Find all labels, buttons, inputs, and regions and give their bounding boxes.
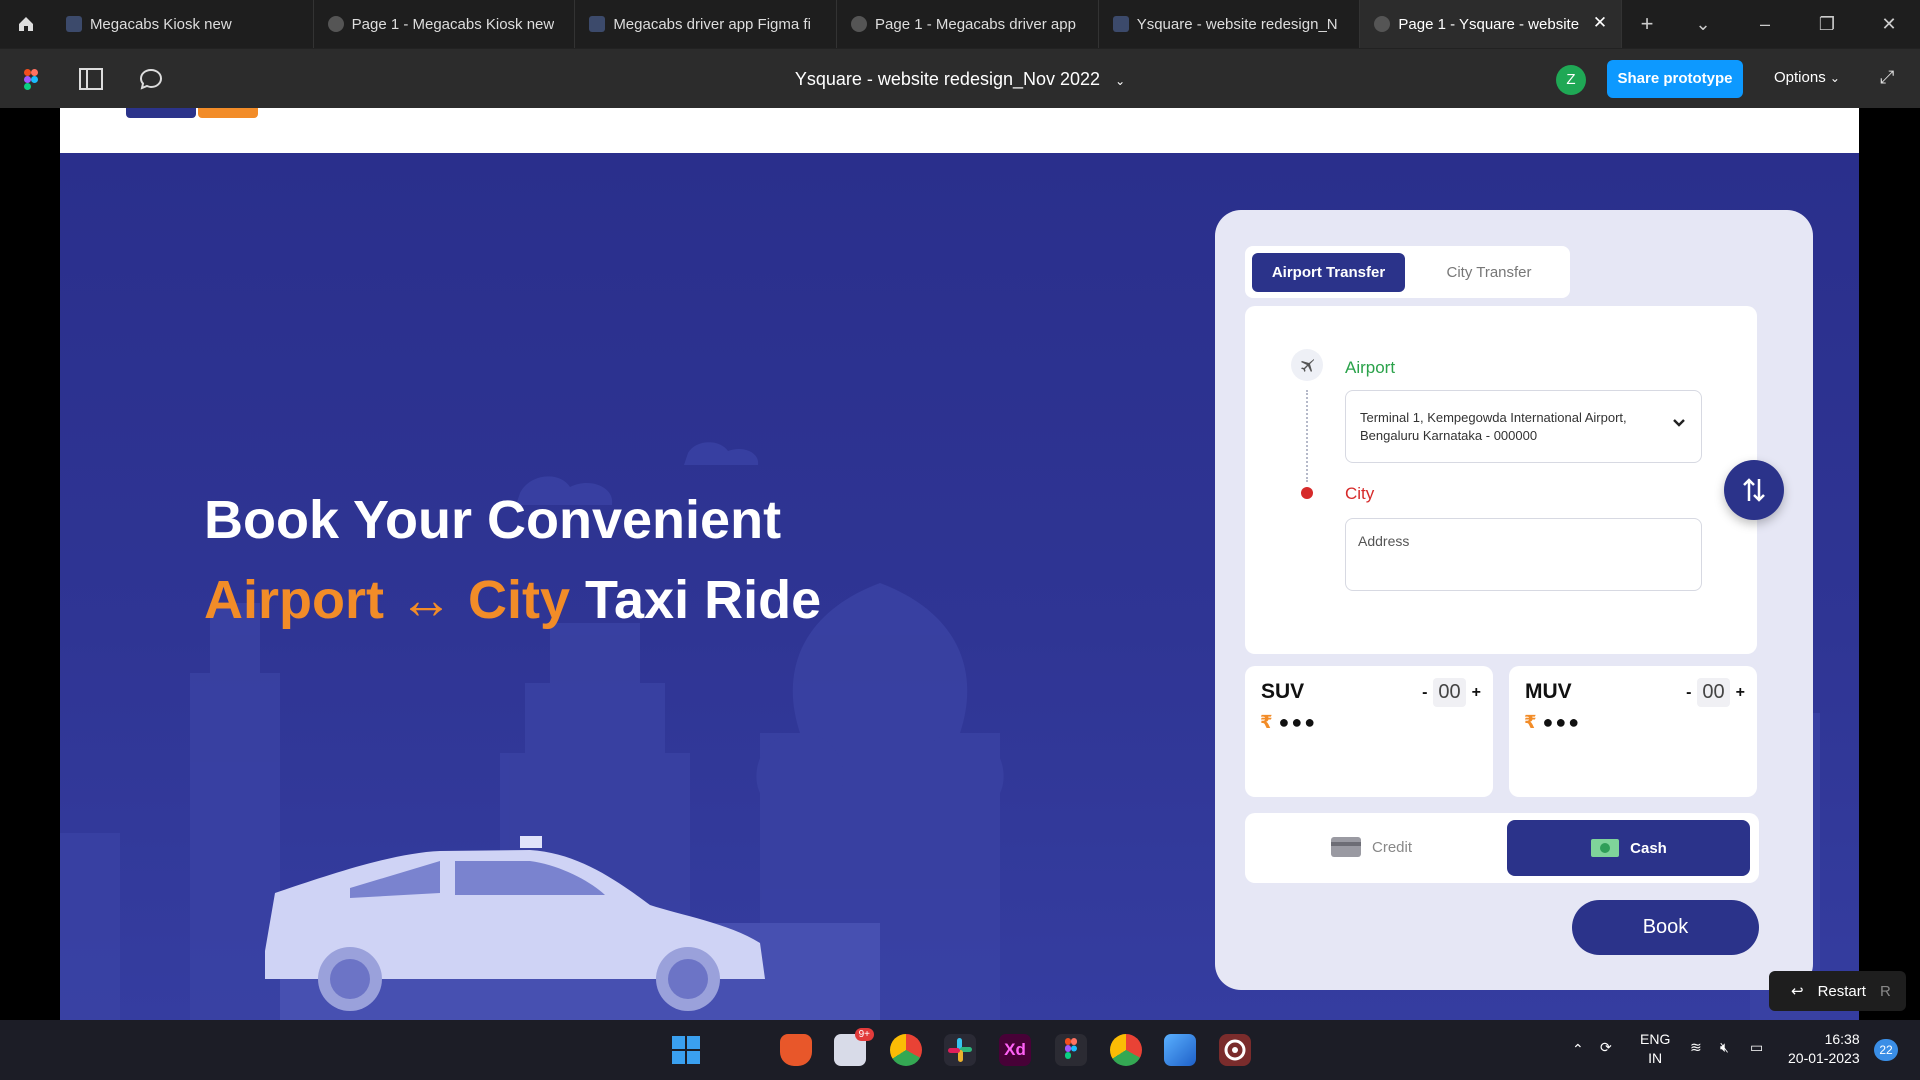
close-window-button[interactable]: ✕ — [1858, 14, 1920, 35]
cash-icon — [1591, 839, 1620, 857]
chevron-down-icon — [1673, 419, 1685, 427]
show-hidden-icons[interactable]: ⌃ — [1572, 1040, 1584, 1059]
avatar[interactable]: Z — [1556, 65, 1586, 95]
site-logo[interactable] — [126, 108, 266, 118]
quantity-stepper: - 00 + — [1686, 678, 1745, 707]
figma-file-icon — [65, 16, 82, 32]
city-label: City — [1345, 484, 1375, 503]
figma-app-icon[interactable] — [1055, 1034, 1087, 1066]
site-top-nav — [60, 108, 1859, 153]
browser-tab-bar: Megacabs Kiosk new Page 1 - Megacabs Kio… — [0, 0, 1920, 48]
browser-tab[interactable]: Ysquare - website redesign_N — [1099, 0, 1361, 48]
chrome-icon[interactable] — [890, 1034, 922, 1066]
chevron-down-icon: ⌄ — [1829, 71, 1840, 85]
prototype-play-icon — [1374, 16, 1391, 32]
sync-icon[interactable]: ⟳ — [1600, 1038, 1612, 1057]
booking-card: Airport Transfer City Transfer Airport T… — [1215, 210, 1813, 990]
screen-recorder-icon[interactable] — [1219, 1034, 1251, 1066]
city-pin-icon — [1301, 487, 1313, 499]
figma-toolbar: Ysquare - website redesign_Nov 2022 ⌄ Z … — [0, 48, 1920, 108]
figma-file-icon — [589, 16, 606, 32]
browser-tab-active[interactable]: Page 1 - Ysquare - website ✕ — [1360, 0, 1623, 48]
new-tab-button[interactable]: + — [1622, 11, 1672, 37]
figma-file-icon — [1112, 16, 1129, 32]
minimize-button[interactable]: – — [1734, 14, 1796, 35]
airplane-icon — [1291, 349, 1323, 381]
rupee-icon: ₹ — [1524, 712, 1537, 732]
adobe-xd-icon[interactable]: Xd — [999, 1034, 1031, 1066]
vehicle-name: MUV — [1525, 680, 1572, 703]
wifi-icon[interactable]: ≋ — [1690, 1038, 1702, 1057]
mail-icon[interactable]: 9+ — [834, 1028, 874, 1066]
airport-select[interactable]: Terminal 1, Kempegowda International Air… — [1345, 390, 1702, 463]
vehicle-name: SUV — [1261, 680, 1305, 703]
hero-heading: Book Your Convenient Airport ↔ City Taxi… — [204, 490, 822, 630]
swap-arrows-icon — [1743, 478, 1765, 502]
browser-tab[interactable]: Page 1 - Megacabs driver app — [837, 0, 1099, 48]
language-indicator[interactable]: ENG IN — [1640, 1030, 1670, 1068]
tab-city-transfer[interactable]: City Transfer — [1415, 253, 1563, 292]
share-prototype-button[interactable]: Share prototype — [1607, 60, 1743, 98]
vehicle-card-suv: SUV - 00 + ₹ ●●● — [1245, 666, 1493, 797]
decrement-button[interactable]: - — [1686, 684, 1691, 702]
prototype-play-icon — [851, 16, 867, 32]
increment-button[interactable]: + — [1736, 684, 1745, 702]
windows-taskbar: 9+ Xd ⌃ ⟳ ENG IN ≋ 🔇︎ ▭ 16:38 20-01-2023… — [0, 1020, 1920, 1080]
vehicle-card-muv: MUV - 00 + ₹ ●●● — [1509, 666, 1757, 797]
tab-list-chevron-icon[interactable]: ⌄ — [1672, 14, 1734, 35]
photos-icon[interactable] — [1164, 1034, 1196, 1066]
slack-icon[interactable] — [944, 1034, 976, 1066]
brave-browser-icon[interactable] — [780, 1034, 812, 1066]
increment-button[interactable]: + — [1472, 684, 1481, 702]
payment-cash-option[interactable]: Cash — [1507, 820, 1750, 876]
battery-icon[interactable]: ▭ — [1750, 1038, 1763, 1057]
tab-airport-transfer[interactable]: Airport Transfer — [1252, 253, 1405, 292]
window-controls: ⌄ – ❐ ✕ — [1672, 14, 1920, 35]
rupee-icon: ₹ — [1260, 712, 1273, 732]
vehicle-price: ₹ ●●● — [1524, 712, 1582, 732]
mail-badge: 9+ — [854, 1028, 874, 1041]
options-menu[interactable]: Options ⌄ — [1774, 69, 1840, 86]
restart-arrow-icon: ↩ — [1791, 983, 1804, 1000]
decrement-button[interactable]: - — [1422, 684, 1427, 702]
chrome-profile-icon[interactable] — [1110, 1034, 1142, 1066]
quantity-value[interactable]: 00 — [1697, 678, 1730, 707]
route-connector — [1306, 390, 1308, 482]
restore-button[interactable]: ❐ — [1796, 14, 1858, 35]
swap-direction-button[interactable] — [1724, 460, 1784, 520]
route-panel: Airport Terminal 1, Kempegowda Internati… — [1245, 306, 1757, 654]
airport-label: Airport — [1345, 358, 1396, 377]
payment-method-selector: Credit Cash — [1245, 813, 1759, 883]
chevron-down-icon: ⌄ — [1115, 74, 1126, 88]
notification-count-badge[interactable]: 22 — [1874, 1039, 1898, 1061]
fullscreen-icon[interactable]: ⤢ — [1880, 67, 1894, 88]
restart-prototype-button[interactable]: ↩ Restart R — [1769, 971, 1906, 1011]
book-button[interactable]: Book — [1572, 900, 1759, 955]
credit-card-icon — [1331, 837, 1361, 857]
browser-tab[interactable]: Page 1 - Megacabs Kiosk new — [314, 0, 576, 48]
vehicle-price: ₹ ●●● — [1260, 712, 1318, 732]
close-tab-icon[interactable]: ✕ — [1593, 13, 1607, 33]
windows-start-icon[interactable] — [670, 1034, 702, 1066]
home-button[interactable] — [0, 0, 52, 48]
quantity-stepper: - 00 + — [1422, 678, 1481, 707]
address-input[interactable]: Address — [1345, 518, 1702, 591]
quantity-value[interactable]: 00 — [1433, 678, 1466, 707]
payment-credit-option[interactable]: Credit — [1330, 835, 1412, 859]
volume-muted-icon[interactable]: 🔇︎ — [1720, 1038, 1729, 1057]
transfer-type-tabs: Airport Transfer City Transfer — [1245, 246, 1570, 298]
browser-tab[interactable]: Megacabs Kiosk new — [52, 0, 314, 48]
browser-tab[interactable]: Megacabs driver app Figma fi — [575, 0, 837, 48]
home-icon — [18, 17, 33, 31]
prototype-play-icon — [327, 16, 344, 32]
clock[interactable]: 16:38 20-01-2023 — [1788, 1030, 1860, 1068]
